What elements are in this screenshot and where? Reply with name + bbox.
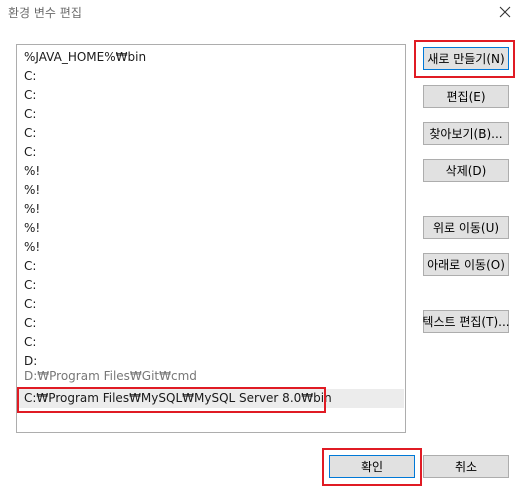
list-item[interactable]: D:₩Program Files₩Git₩cmd (18, 369, 404, 383)
path-list[interactable]: %JAVA_HOME%₩bin C: C: C: C: C: %! %! %! … (16, 44, 406, 433)
move-up-button[interactable]: 위로 이동(U) (423, 216, 509, 239)
list-item[interactable]: C: (18, 333, 404, 352)
list-item[interactable]: C: (18, 67, 404, 86)
new-button[interactable]: 새로 만들기(N) (423, 47, 509, 70)
window-title: 환경 변수 편집 (8, 6, 82, 20)
list-item[interactable]: C: (18, 276, 404, 295)
list-item[interactable]: %! (18, 162, 404, 181)
close-button[interactable] (494, 3, 516, 21)
list-item[interactable]: %! (18, 181, 404, 200)
list-item[interactable]: %! (18, 200, 404, 219)
edit-text-button[interactable]: 텍스트 편집(T)... (422, 310, 510, 333)
delete-button[interactable]: 삭제(D) (423, 159, 509, 182)
list-item[interactable]: C: (18, 105, 404, 124)
list-item[interactable]: C: (18, 257, 404, 276)
browse-button[interactable]: 찾아보기(B)... (423, 122, 509, 145)
close-icon (499, 6, 511, 18)
list-item[interactable]: C: (18, 314, 404, 333)
edit-button[interactable]: 편집(E) (423, 85, 509, 108)
list-item[interactable]: %! (18, 238, 404, 257)
list-item[interactable]: C: (18, 124, 404, 143)
list-item[interactable]: C: (18, 86, 404, 105)
list-item[interactable]: C: (18, 295, 404, 314)
move-down-button[interactable]: 아래로 이동(O) (423, 253, 509, 276)
ok-button[interactable]: 확인 (329, 455, 415, 478)
list-item[interactable]: %! (18, 219, 404, 238)
list-item-selected[interactable]: C:₩Program Files₩MySQL₩MySQL Server 8.0₩… (18, 389, 404, 408)
cancel-button[interactable]: 취소 (423, 455, 509, 478)
list-item[interactable]: %JAVA_HOME%₩bin (18, 48, 404, 67)
title-bar: 환경 변수 편집 (0, 0, 522, 26)
list-item[interactable]: C: (18, 143, 404, 162)
